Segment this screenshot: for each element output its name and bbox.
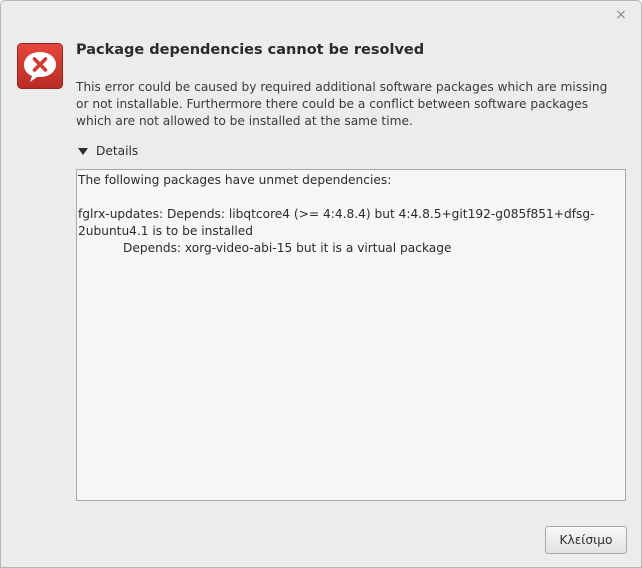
expander-arrow-icon [78, 147, 88, 155]
details-dependency-line: fglrx-updates: Depends: libqtcore4 (>= 4… [78, 207, 595, 238]
details-header-line: The following packages have unmet depend… [78, 173, 392, 187]
details-label: Details [96, 144, 139, 158]
error-icon [17, 43, 63, 89]
close-icon[interactable]: × [611, 5, 631, 25]
dialog-message: This error could be caused by required a… [76, 80, 608, 128]
close-button[interactable]: Κλείσιμο [545, 526, 627, 554]
titlebar: × [1, 1, 641, 29]
dialog-title: Package dependencies cannot be resolved [76, 42, 425, 58]
details-blank-line [78, 189, 625, 206]
details-dependency-line: Depends: xorg-video-abi-15 but it is a v… [123, 241, 452, 255]
details-text-area[interactable]: The following packages have unmet depend… [76, 169, 626, 501]
error-dialog-window: × Package dependencies cannot be resolve… [0, 0, 642, 568]
details-expander[interactable]: Details [78, 144, 138, 158]
